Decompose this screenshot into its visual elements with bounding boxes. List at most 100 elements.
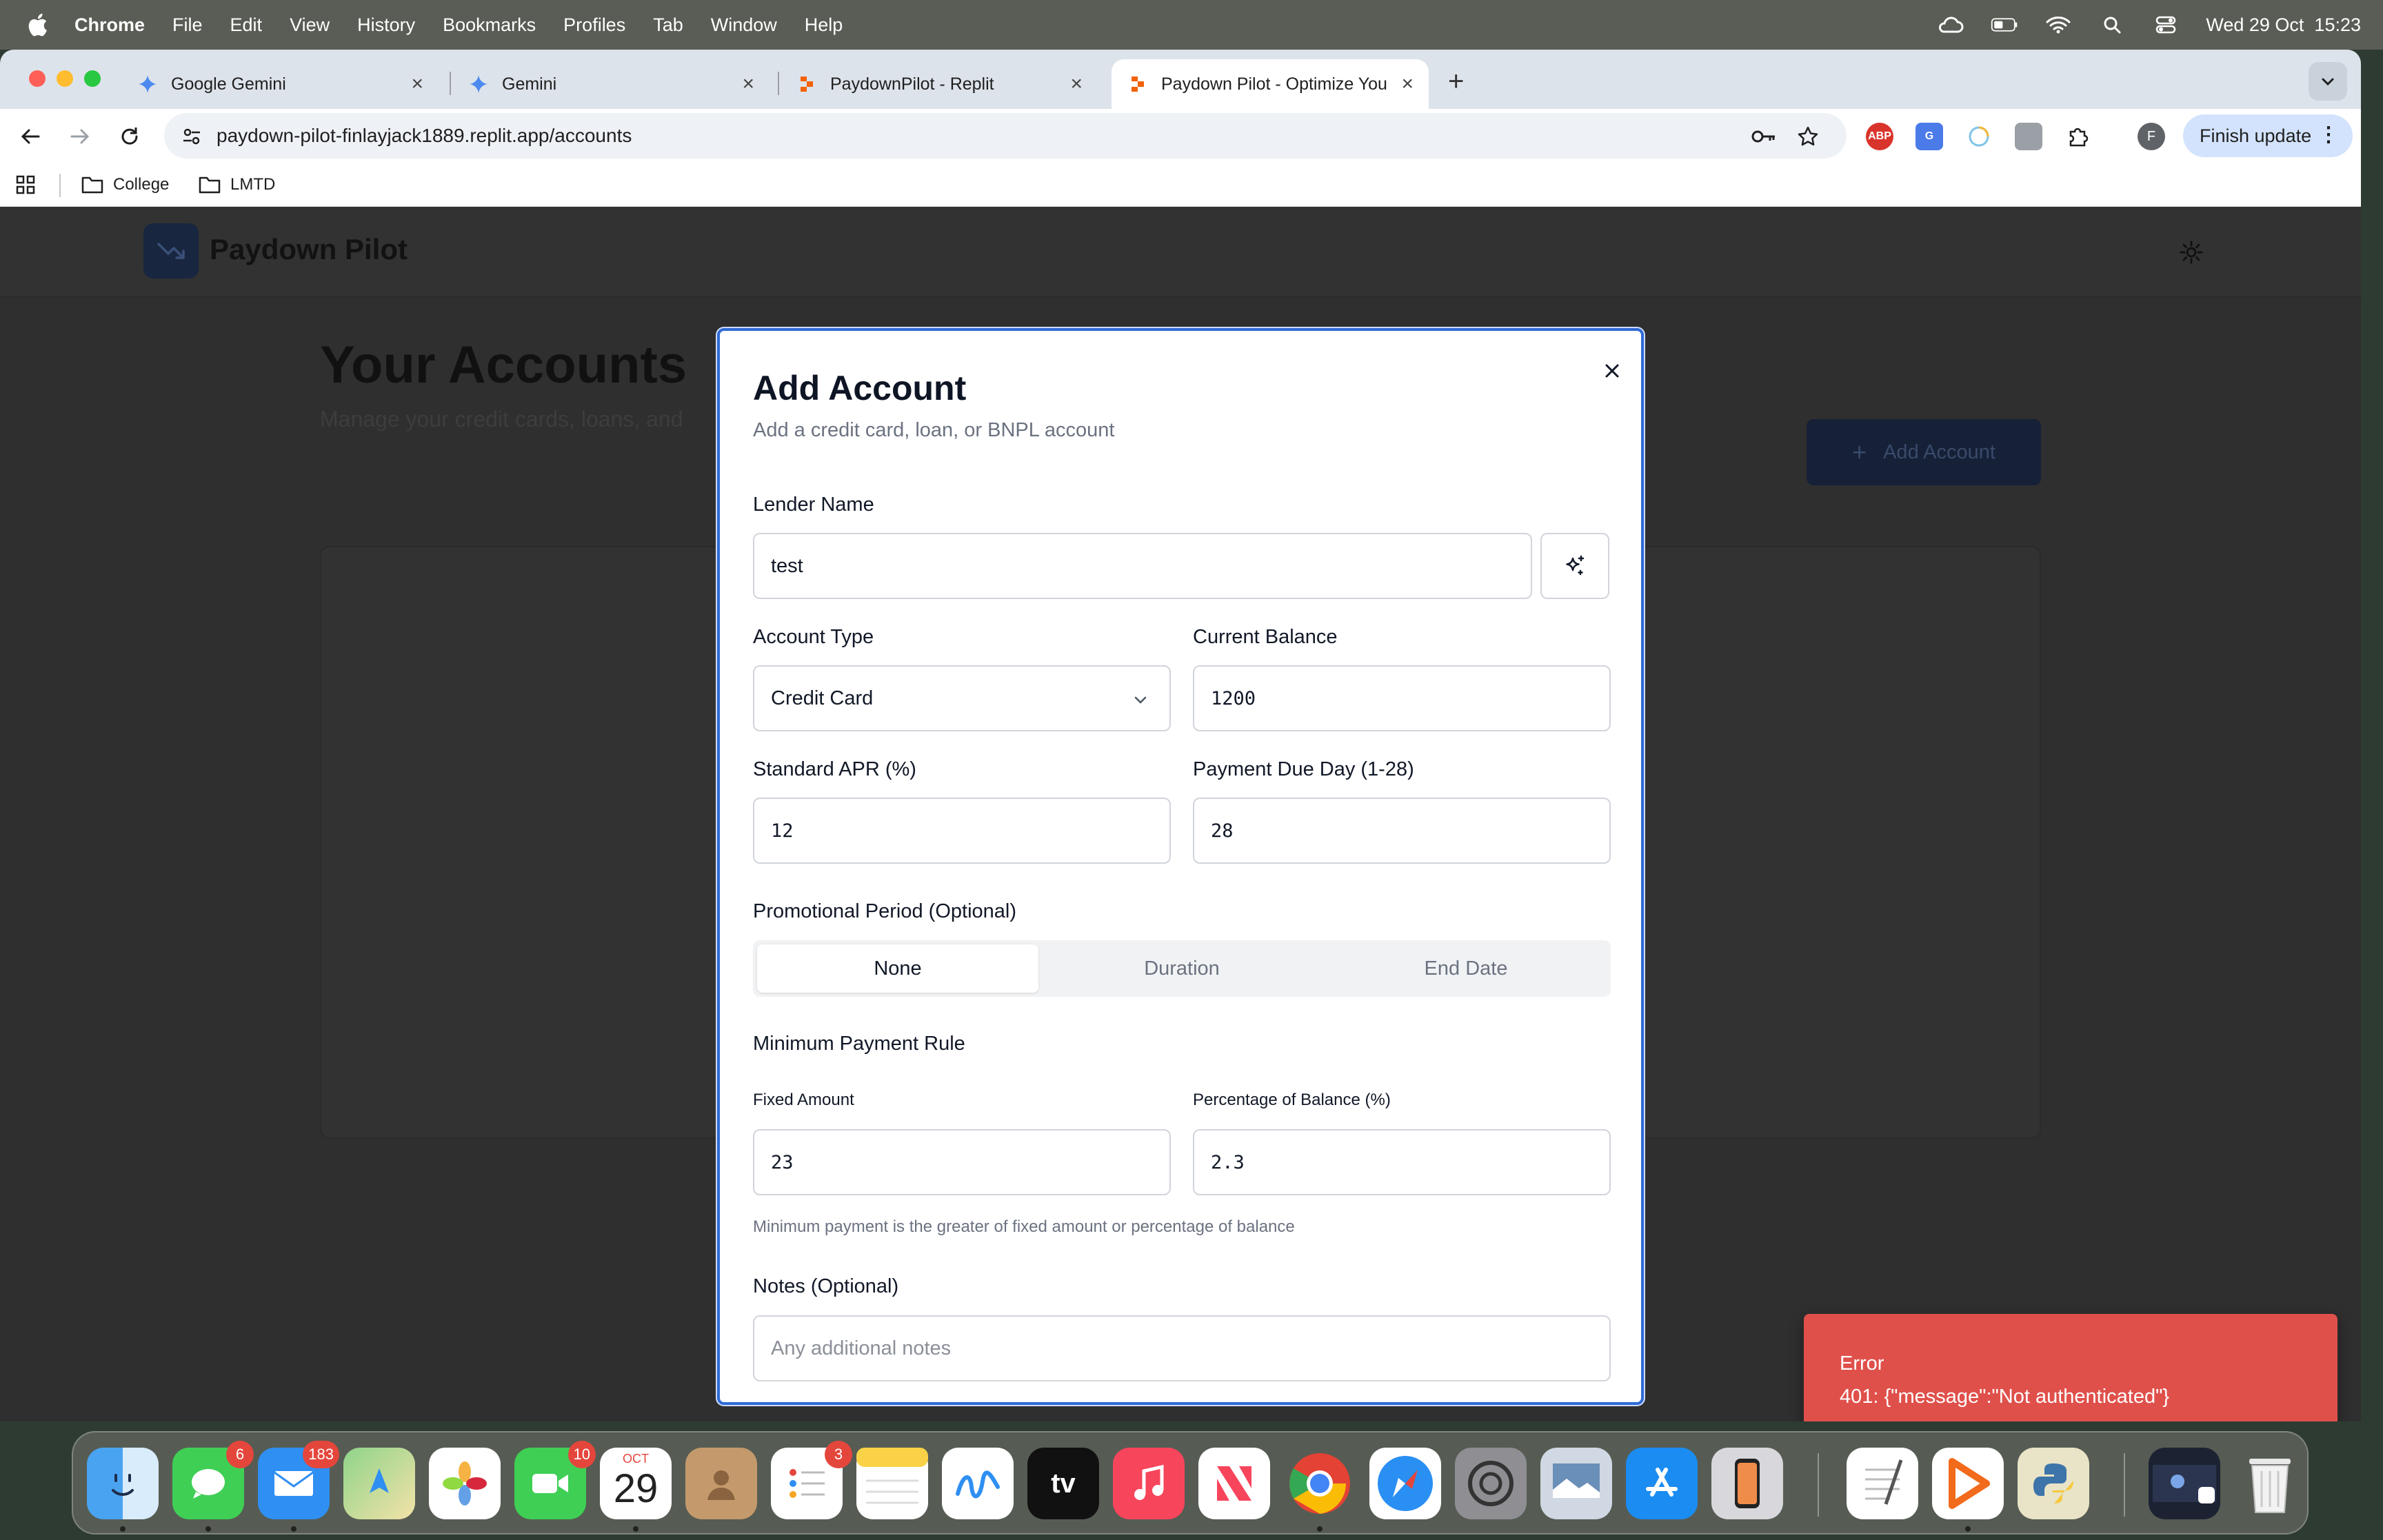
menu-bookmarks[interactable]: Bookmarks: [443, 14, 536, 36]
apple-tv-icon[interactable]: tv: [1027, 1448, 1099, 1519]
menu-window[interactable]: Window: [711, 14, 777, 36]
menu-clock[interactable]: Wed 29 Oct 15:23: [2206, 14, 2361, 36]
extensions-puzzle-icon[interactable]: [2064, 123, 2092, 150]
promo-option-none[interactable]: None: [757, 944, 1038, 993]
iphone-mirroring-icon[interactable]: [1711, 1448, 1783, 1519]
trash-icon[interactable]: [2234, 1448, 2306, 1519]
apple-menu-icon[interactable]: [26, 12, 48, 37]
tab-paydown-pilot-active[interactable]: Paydown Pilot - Optimize You ×: [1112, 59, 1429, 109]
spotlight-search-icon[interactable]: [2098, 15, 2126, 34]
forward-button[interactable]: [63, 120, 97, 153]
back-button[interactable]: [14, 120, 47, 153]
apps-grid-icon[interactable]: [15, 172, 36, 197]
icloud-icon[interactable]: [1937, 15, 1964, 34]
promo-option-end-date[interactable]: End Date: [1325, 944, 1607, 993]
payment-due-day-input[interactable]: 28: [1193, 798, 1611, 864]
notes-icon[interactable]: [856, 1448, 928, 1519]
arrow-left-icon: [21, 129, 40, 144]
dialog-close-button[interactable]: [1598, 357, 1626, 385]
current-balance-input[interactable]: 1200: [1193, 665, 1611, 731]
tab-google-gemini[interactable]: Google Gemini ×: [121, 59, 439, 109]
more-menu-icon[interactable]: ⋮: [2318, 123, 2339, 147]
password-key-icon[interactable]: [1750, 124, 1778, 149]
app-logo[interactable]: [143, 223, 199, 278]
notes-input[interactable]: Any additional notes: [753, 1315, 1611, 1381]
trending-down-icon: [157, 243, 185, 259]
adblock-extension-icon[interactable]: ABP: [1866, 123, 1893, 150]
translate-extension-icon[interactable]: G: [1916, 123, 1943, 150]
replit-icon: [1128, 74, 1147, 94]
menu-help[interactable]: Help: [805, 14, 843, 36]
infuse-player-icon[interactable]: [1932, 1448, 2004, 1519]
tab-title: Paydown Pilot - Optimize You: [1161, 74, 1387, 94]
tab-close-icon[interactable]: ×: [1401, 72, 1414, 96]
menu-edit[interactable]: Edit: [230, 14, 263, 36]
close-window-button[interactable]: [29, 70, 46, 87]
python-launcher-icon[interactable]: [2018, 1448, 2089, 1519]
calendar-icon[interactable]: OCT 29: [600, 1448, 672, 1519]
textedit-icon[interactable]: [1847, 1448, 1918, 1519]
bookmark-star-icon[interactable]: [1794, 124, 1822, 149]
freeform-icon[interactable]: [942, 1448, 1014, 1519]
facetime-badge: 10: [567, 1441, 596, 1468]
minimize-window-button[interactable]: [57, 70, 73, 87]
tab-close-icon[interactable]: ×: [1070, 72, 1083, 96]
gemini-icon: [469, 74, 488, 94]
control-center-icon[interactable]: [2152, 15, 2180, 34]
recent-window-thumbnail[interactable]: [2149, 1448, 2220, 1519]
wifi-icon[interactable]: [2044, 15, 2072, 34]
menu-tab[interactable]: Tab: [653, 14, 683, 36]
chrome-icon[interactable]: [1284, 1448, 1356, 1519]
safari-icon[interactable]: [1369, 1448, 1441, 1519]
mail-icon[interactable]: 183: [258, 1441, 339, 1519]
menu-profiles[interactable]: Profiles: [563, 14, 625, 36]
bookmark-folder-college[interactable]: College: [81, 172, 169, 197]
lender-name-input[interactable]: test: [753, 533, 1532, 599]
tv-label: tv: [1051, 1468, 1076, 1499]
account-type-select[interactable]: Credit Card: [753, 665, 1171, 731]
add-account-button[interactable]: + Add Account: [1807, 419, 2041, 485]
battery-icon[interactable]: [1991, 15, 2018, 34]
theme-toggle-button[interactable]: [2179, 240, 2204, 265]
site-info-icon[interactable]: [178, 124, 205, 149]
reload-button[interactable]: [113, 120, 146, 153]
tab-gemini[interactable]: Gemini ×: [452, 59, 770, 109]
fixed-amount-input[interactable]: 23: [753, 1129, 1171, 1195]
menu-app-chrome[interactable]: Chrome: [74, 14, 145, 36]
tab-search-button[interactable]: [2309, 62, 2347, 101]
maps-icon[interactable]: [343, 1448, 415, 1519]
preview-icon[interactable]: [1540, 1448, 1612, 1519]
menu-history[interactable]: History: [357, 14, 415, 36]
address-bar[interactable]: paydown-pilot-finlayjack1889.replit.app/…: [164, 113, 1847, 159]
error-toast[interactable]: Error 401: {"message":"Not authenticated…: [1804, 1314, 2337, 1421]
tab-close-icon[interactable]: ×: [411, 72, 423, 96]
tab-paydownpilot-replit[interactable]: PaydownPilot - Replit ×: [781, 59, 1098, 109]
profile-avatar[interactable]: F: [2138, 123, 2165, 150]
percentage-of-balance-input[interactable]: 2.3: [1193, 1129, 1611, 1195]
contacts-icon[interactable]: [685, 1448, 757, 1519]
system-settings-icon[interactable]: [1455, 1448, 1527, 1519]
tab-close-icon[interactable]: ×: [742, 72, 754, 96]
news-icon[interactable]: [1198, 1448, 1270, 1519]
messages-icon[interactable]: 6: [172, 1441, 254, 1519]
tab-title: Gemini: [502, 74, 557, 94]
facetime-icon[interactable]: 10: [514, 1441, 596, 1519]
tab-divider: [778, 72, 779, 95]
bookmark-folder-lmtd[interactable]: LMTD: [199, 172, 275, 197]
finder-icon[interactable]: [87, 1448, 159, 1519]
loading-extension-icon[interactable]: [1965, 123, 1993, 150]
zoom-window-button[interactable]: [84, 70, 101, 87]
ai-suggest-button[interactable]: [1540, 533, 1609, 599]
app-store-icon[interactable]: [1626, 1448, 1698, 1519]
new-tab-button[interactable]: +: [1448, 66, 1464, 97]
menu-view[interactable]: View: [290, 14, 330, 36]
music-icon[interactable]: [1113, 1448, 1185, 1519]
reminders-icon[interactable]: 3: [771, 1441, 852, 1519]
menu-file[interactable]: File: [172, 14, 203, 36]
finish-update-button[interactable]: Finish update ⋮: [2183, 114, 2353, 157]
standard-apr-input[interactable]: 12: [753, 798, 1171, 864]
running-indicator: [1965, 1526, 1971, 1532]
screenshot-extension-icon[interactable]: [2015, 123, 2042, 150]
promo-option-duration[interactable]: Duration: [1041, 944, 1323, 993]
photos-icon[interactable]: [429, 1448, 501, 1519]
